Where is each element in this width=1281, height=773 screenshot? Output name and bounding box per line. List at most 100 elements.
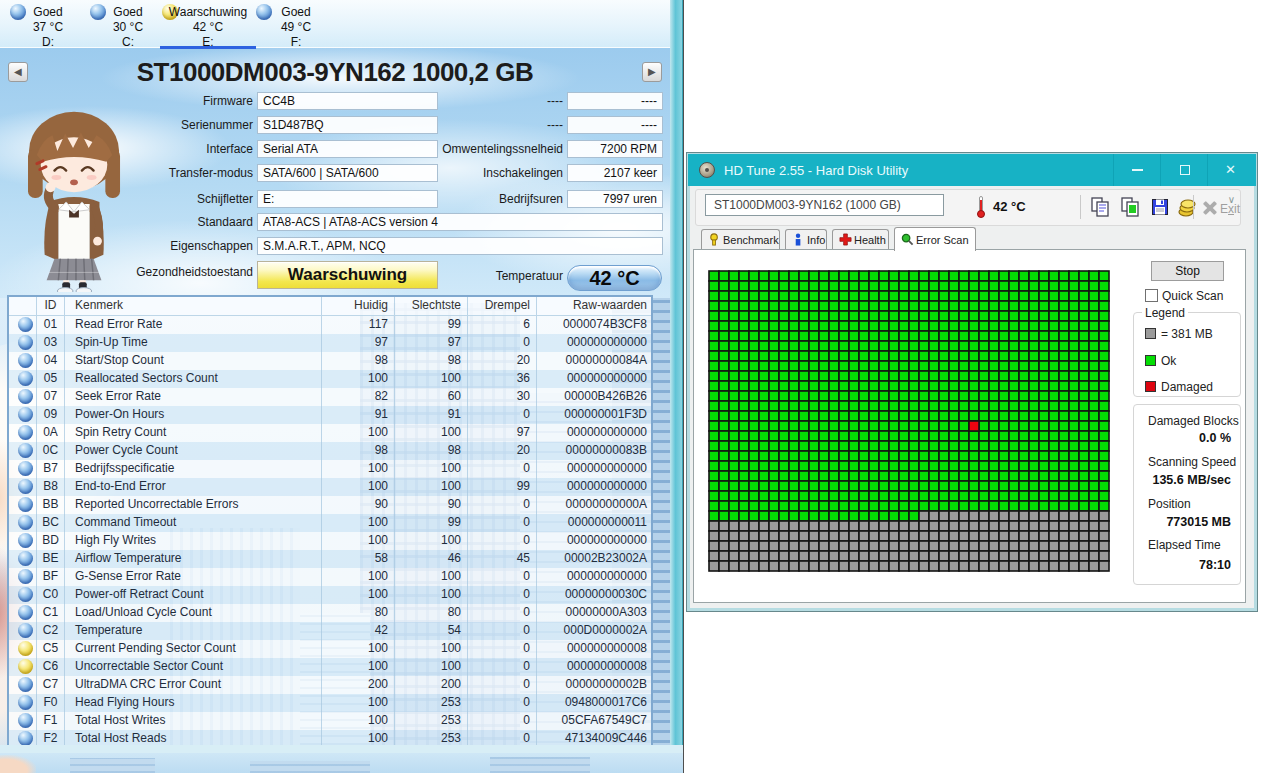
- drive-tab-D[interactable]: Goed37 °CD:: [8, 2, 88, 46]
- smart-row-04[interactable]: 04Start/Stop Count98982000000000084A: [9, 352, 651, 370]
- quick-scan-label: Quick Scan: [1162, 289, 1223, 303]
- copy-icon[interactable]: [1089, 196, 1111, 218]
- attribute-status-led: [18, 335, 33, 350]
- field-label: Transfer-modus: [169, 166, 253, 180]
- smart-row-C6[interactable]: C6Uncorrectable Sector Count100100000000…: [9, 658, 651, 676]
- drive-tab-C[interactable]: Goed30 °CC:: [88, 2, 168, 46]
- attribute-status-led: [18, 443, 33, 458]
- tab-health[interactable]: Health: [832, 229, 889, 249]
- smart-row-C7[interactable]: C7UltraDMA CRC Error Count20020000000000…: [9, 676, 651, 694]
- legend-ok-label: Ok: [1161, 354, 1176, 368]
- smart-row-0A[interactable]: 0ASpin Retry Count10010097000000000000: [9, 424, 651, 442]
- mascot-image: [14, 106, 136, 292]
- smart-row-BD[interactable]: BDHigh Fly Writes1001000000000000000: [9, 532, 651, 550]
- smart-row-03[interactable]: 03Spin-Up Time97970000000000000: [9, 334, 651, 352]
- stat-label: Scanning Speed: [1148, 455, 1236, 469]
- drive-letter: F:: [254, 35, 338, 49]
- attribute-status-led: [18, 425, 33, 440]
- field-label-right: Omwentelingssnelheid: [442, 142, 563, 156]
- quick-scan-checkbox[interactable]: [1145, 289, 1158, 302]
- active-tab-underline: [160, 46, 256, 49]
- drive-tab-E[interactable]: Waarschuwing42 °CE:: [160, 2, 256, 46]
- smart-row-B7[interactable]: B7Bedrijfsspecificatie100100000000000000…: [9, 460, 651, 478]
- desktop-wallpaper: [0, 753, 683, 773]
- smart-row-BE[interactable]: BEAirflow Temperature58464500002B23002A: [9, 550, 651, 568]
- close-button[interactable]: ✕: [1207, 154, 1256, 186]
- field-label: Interface: [206, 142, 253, 156]
- drive-tab-F[interactable]: Goed49 °CF:: [254, 2, 338, 46]
- drive-temp: 49 °C: [254, 20, 338, 34]
- smart-row-BC[interactable]: BCCommand Timeout100990000000000011: [9, 514, 651, 532]
- hdtune-titlebar[interactable]: HD Tune 2.55 - Hard Disk Utility ✕: [688, 154, 1256, 186]
- field-value-right: ----: [567, 92, 663, 110]
- drive-status: Goed: [88, 5, 168, 19]
- copy-image-icon[interactable]: [1119, 196, 1141, 218]
- field-value: SATA/600 | SATA/600: [257, 164, 438, 182]
- health-status-button[interactable]: Waarschuwing: [257, 261, 438, 289]
- stat-value: 135.6 MB/sec: [1152, 473, 1231, 487]
- field-value-right: ----: [567, 116, 663, 134]
- maximize-button[interactable]: [1160, 154, 1207, 186]
- smart-row-BB[interactable]: BBReported Uncorrectable Errors909000000…: [9, 496, 651, 514]
- exit-button-label[interactable]: Exit: [1220, 202, 1240, 216]
- cdi-window-border-bottom: [0, 745, 683, 753]
- thermometer-icon: [977, 196, 985, 218]
- drive-tabstrip: Goed37 °CD:Goed30 °CC:Waarschuwing42 °CE…: [0, 0, 670, 48]
- smart-row-0C[interactable]: 0CPower Cycle Count98982000000000083B: [9, 442, 651, 460]
- smart-row-C0[interactable]: C0Power-off Retract Count100100000000000…: [9, 586, 651, 604]
- stat-value: 78:10: [1199, 558, 1231, 572]
- attribute-status-led: [18, 389, 33, 404]
- error-scan-grid: [708, 270, 1110, 572]
- disk-title: ST1000DM003-9YN162 1000,2 GB: [0, 57, 670, 89]
- drive-status: Goed: [8, 5, 88, 19]
- field-label: Firmware: [203, 94, 253, 108]
- legend-damaged-swatch: [1145, 381, 1156, 392]
- smart-row-01[interactable]: 01Read Error Rate1179960000074B3CF8: [9, 316, 651, 334]
- attribute-status-led: [18, 569, 33, 584]
- attribute-status-led: [18, 533, 33, 548]
- attribute-status-led: [18, 551, 33, 566]
- field-label: Schijfletter: [197, 192, 253, 206]
- stat-label: Elapsed Time: [1148, 538, 1221, 552]
- scan-stats-groupbox: Damaged Blocks0.0 %Scanning Speed135.6 M…: [1133, 404, 1241, 585]
- save-icon[interactable]: [1149, 196, 1171, 218]
- smart-row-C5[interactable]: C5Current Pending Sector Count1001000000…: [9, 640, 651, 658]
- smart-row-07[interactable]: 07Seek Error Rate82603000000B426B26: [9, 388, 651, 406]
- drive-status: Waarschuwing: [160, 5, 256, 19]
- error-scan-panel: Stop Quick Scan Legend = 381 MB Ok Damag…: [693, 249, 1246, 603]
- minimize-button[interactable]: [1113, 154, 1160, 186]
- legend-title: Legend: [1142, 306, 1188, 320]
- tab-info[interactable]: Info: [785, 229, 827, 249]
- legend-block-label: = 381 MB: [1161, 327, 1213, 341]
- smart-row-09[interactable]: 09Power-On Hours91910000000001F3D: [9, 406, 651, 424]
- tab-error-scan[interactable]: Error Scan: [894, 227, 976, 251]
- field-label-right: Bedrijfsuren: [499, 192, 563, 206]
- exit-icon[interactable]: [1202, 201, 1216, 215]
- smart-row-F1[interactable]: F1Total Host Writes100253005CFA67549C7: [9, 712, 651, 730]
- stat-label: Position: [1148, 497, 1191, 511]
- smart-row-B8[interactable]: B8End-to-End Error10010099000000000000: [9, 478, 651, 496]
- field-value-right: 2107 keer: [567, 164, 663, 182]
- smart-row-C2[interactable]: C2Temperature42540000D0000002A: [9, 622, 651, 640]
- health-icon: [839, 233, 852, 246]
- attribute-status-led: [18, 587, 33, 602]
- attribute-status-led: [18, 713, 33, 728]
- error-scan-icon: [901, 233, 914, 246]
- benchmark-icon: [708, 233, 721, 246]
- legend-damaged-label: Damaged: [1161, 380, 1213, 394]
- drive-select-combobox[interactable]: ST1000DM003-9YN162 (1000 GB): [705, 194, 944, 216]
- smart-row-05[interactable]: 05Reallocated Sectors Count1001003600000…: [9, 370, 651, 388]
- attribute-status-led: [18, 731, 33, 746]
- attribute-status-led: [18, 497, 33, 512]
- tab-benchmark[interactable]: Benchmark: [701, 229, 780, 249]
- legend-block-swatch: [1145, 328, 1156, 339]
- smart-row-C1[interactable]: C1Load/Unload Cycle Count8080000000000A3…: [9, 604, 651, 622]
- attribute-status-led: [18, 515, 33, 530]
- next-drive-button[interactable]: ▶: [642, 62, 662, 82]
- smart-row-F0[interactable]: F0Head Flying Hours10025300948000017C6: [9, 694, 651, 712]
- stop-button[interactable]: Stop: [1151, 261, 1224, 281]
- health-label: Gezondheidstoestand: [136, 265, 253, 279]
- smart-row-BF[interactable]: BFG-Sense Error Rate1001000000000000000: [9, 568, 651, 586]
- temperature-badge: 42 °C: [567, 265, 662, 291]
- options-icon[interactable]: [1176, 196, 1198, 218]
